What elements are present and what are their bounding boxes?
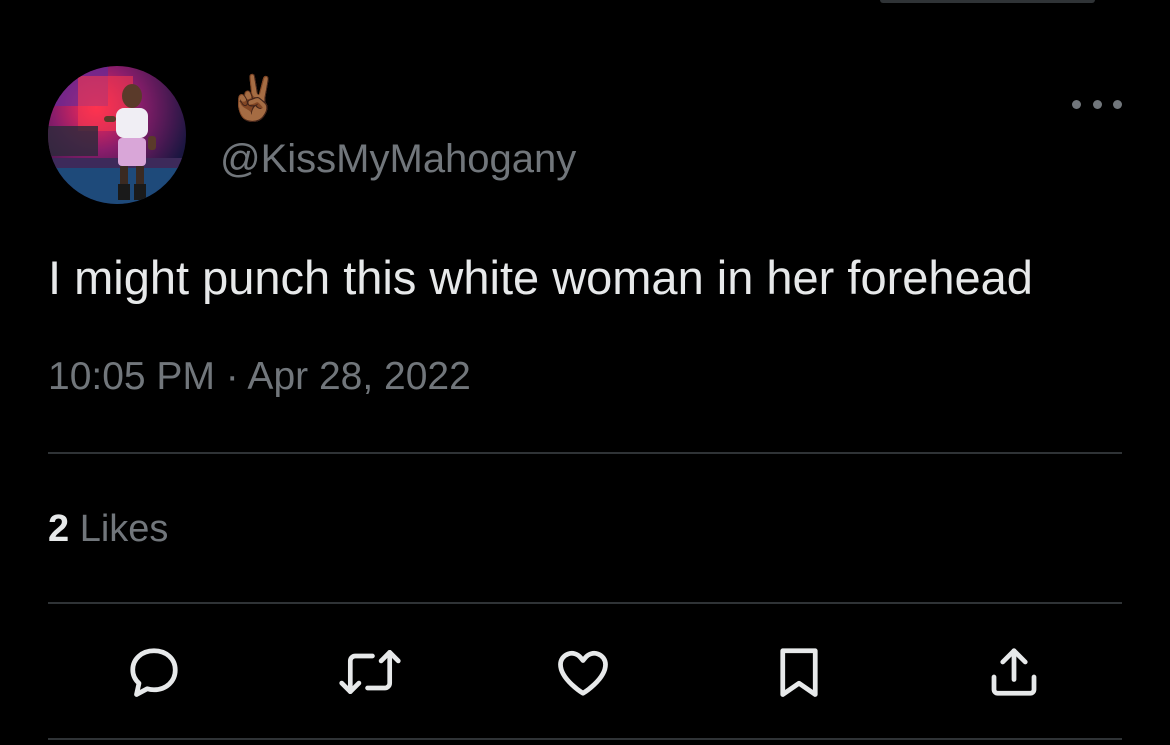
avatar[interactable] [48,66,186,204]
tweet-timestamp[interactable]: 10:05 PM · Apr 28, 2022 [48,352,471,402]
more-dot-icon [1072,99,1081,109]
top-sheet-edge [880,0,1095,3]
like-icon [558,650,608,696]
likes-count: 2 [48,508,70,550]
share-button[interactable] [982,640,1046,704]
divider [48,602,1122,604]
likes-stat[interactable]: 2 Likes [48,506,168,552]
retweet-icon [339,649,401,695]
likes-label: Likes [79,508,169,550]
author-display-name[interactable]: ✌🏾 [226,74,286,128]
divider [48,738,1122,740]
retweet-button[interactable] [338,640,402,704]
tweet-text: I might punch this white woman in her fo… [48,251,1033,304]
like-button[interactable] [551,640,615,704]
share-icon [991,648,1037,696]
author-handle[interactable]: @KissMyMahogany [220,134,576,184]
reply-button[interactable] [122,640,186,704]
reply-icon [130,648,178,697]
bookmark-button[interactable] [767,640,831,704]
more-dot-icon [1113,99,1122,109]
more-dot-icon [1092,99,1102,109]
profile-photo-icon [48,66,186,204]
more-options-button[interactable] [1072,86,1122,122]
bookmark-icon [780,648,818,697]
divider [48,452,1122,454]
